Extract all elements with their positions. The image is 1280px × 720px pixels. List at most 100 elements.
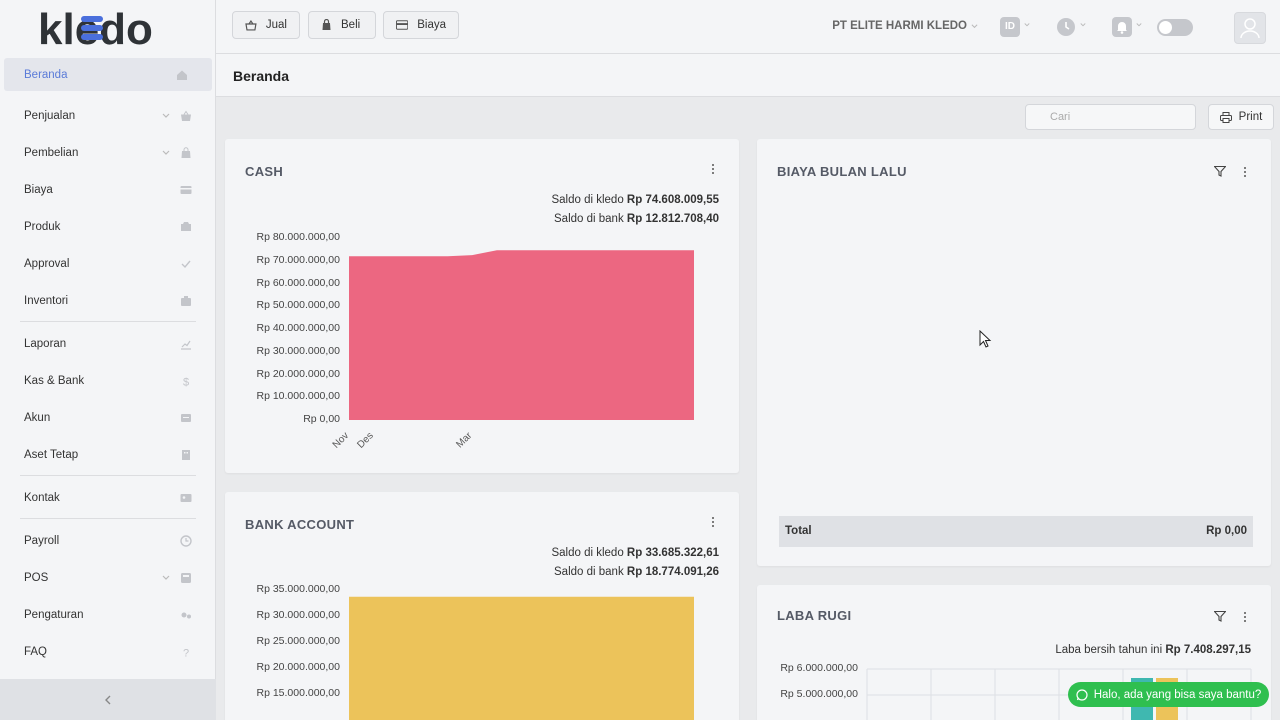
jual-button[interactable]: Jual bbox=[232, 11, 300, 39]
basket-icon bbox=[245, 19, 257, 31]
whatsapp-icon bbox=[1076, 688, 1088, 701]
sidebar-item-label: Payroll bbox=[24, 534, 60, 547]
card-icon bbox=[180, 185, 192, 194]
biaya-label: Biaya bbox=[417, 19, 446, 31]
sidebar-item-kas-bank[interactable]: Kas & Bank $ bbox=[0, 362, 216, 399]
building-icon bbox=[182, 449, 190, 460]
x-tick-label: Des bbox=[355, 430, 375, 450]
user-icon bbox=[1240, 18, 1260, 39]
sidebar-item-beranda[interactable]: Beranda bbox=[4, 58, 212, 91]
sidebar-item-label: Beranda bbox=[24, 68, 68, 81]
sidebar-item-payroll[interactable]: Payroll bbox=[0, 522, 216, 559]
sidebar-item-pos[interactable]: POS bbox=[0, 559, 216, 596]
total-value: Rp 0,00 bbox=[1206, 525, 1247, 537]
filter-icon[interactable] bbox=[1214, 166, 1226, 177]
sidebar-item-label: Laporan bbox=[24, 337, 67, 350]
topbar: Jual Beli Biaya PT ELITE HARMI KLEDO ID bbox=[216, 0, 1280, 54]
sidebar-item-label: Aset Tetap bbox=[24, 448, 79, 461]
sidebar-item-produk[interactable]: Produk bbox=[0, 208, 216, 245]
home-icon bbox=[177, 70, 187, 80]
chat-label: Halo, ada yang bisa saya bantu? bbox=[1093, 688, 1262, 701]
sidebar-item-akun[interactable]: Akun bbox=[0, 399, 216, 436]
mouse-cursor-icon bbox=[979, 330, 992, 348]
bank-card: BANK ACCOUNT Saldo di kledo Rp 33.685.32… bbox=[225, 492, 739, 720]
sidebar-item-label: Kas & Bank bbox=[24, 374, 85, 387]
beli-button[interactable]: Beli bbox=[308, 11, 376, 39]
sidebar-collapse-button[interactable] bbox=[0, 679, 216, 720]
biaya-button[interactable]: Biaya bbox=[383, 11, 459, 39]
sidebar-item-kontak[interactable]: Kontak bbox=[0, 479, 216, 516]
bell-icon bbox=[1117, 22, 1127, 34]
language-selector[interactable]: ID bbox=[1000, 17, 1020, 37]
sidebar-item-biaya[interactable]: Biaya bbox=[0, 171, 216, 208]
sidebar-item-aset-tetap[interactable]: Aset Tetap bbox=[0, 436, 216, 473]
jual-label: Jual bbox=[265, 19, 287, 31]
clock-icon bbox=[1057, 18, 1075, 36]
print-button[interactable]: Print bbox=[1208, 104, 1274, 130]
check-icon bbox=[181, 260, 191, 268]
sidebar-item-label: Approval bbox=[24, 257, 70, 270]
dollar-icon: $ bbox=[183, 376, 189, 387]
chevron-down-icon bbox=[162, 150, 170, 155]
biaya-total-row: Total Rp 0,00 bbox=[779, 516, 1253, 547]
sidebar-item-label: Pengaturan bbox=[24, 608, 84, 621]
sidebar-item-faq[interactable]: FAQ? bbox=[0, 633, 216, 670]
sidebar-item-penjualan[interactable]: Penjualan bbox=[0, 97, 216, 134]
sidebar-item-label: Akun bbox=[24, 411, 51, 424]
cash-card: CASH Saldo di kledo Rp 74.608.009,55 Sal… bbox=[225, 139, 739, 473]
sidebar-divider bbox=[20, 518, 196, 519]
sidebar-divider bbox=[20, 475, 196, 476]
print-label: Print bbox=[1238, 111, 1263, 123]
sidebar-item-label: FAQ bbox=[24, 645, 48, 658]
sidebar-item-label: Penjualan bbox=[24, 109, 76, 122]
svg-text:?: ? bbox=[183, 647, 189, 658]
sidebar-item-label: Pembelian bbox=[24, 146, 79, 159]
search-input[interactable]: Cari bbox=[1025, 104, 1196, 130]
bag-icon bbox=[322, 19, 331, 30]
beli-label: Beli bbox=[341, 19, 361, 31]
sidebar-nav: Beranda Penjualan Pembelian Biaya Produk Appr… bbox=[0, 58, 216, 670]
svg-text:$: $ bbox=[183, 376, 189, 387]
card-icon bbox=[396, 20, 409, 30]
company-selector[interactable]: PT ELITE HARMI KLEDO bbox=[832, 20, 967, 32]
settings-icon bbox=[181, 612, 191, 618]
chevron-down-icon bbox=[162, 575, 170, 580]
inventory-icon bbox=[181, 295, 191, 306]
page-header: Beranda bbox=[216, 54, 1280, 97]
total-label: Total bbox=[785, 525, 812, 537]
sidebar-item-laporan[interactable]: Laporan bbox=[0, 325, 216, 362]
printer-icon bbox=[1219, 111, 1232, 123]
sidebar-item-inventori[interactable]: Inventori bbox=[0, 282, 216, 319]
whatsapp-chat-button[interactable]: Halo, ada yang bisa saya bantu? bbox=[1068, 682, 1269, 707]
chart-icon bbox=[181, 340, 191, 350]
sidebar-item-label: Kontak bbox=[24, 491, 60, 504]
sidebar-item-label: Biaya bbox=[24, 183, 53, 196]
chevron-down-icon bbox=[1136, 23, 1142, 27]
area-series bbox=[349, 250, 694, 420]
avatar[interactable] bbox=[1234, 12, 1266, 44]
notification-button[interactable] bbox=[1112, 17, 1132, 37]
chevron-down-icon bbox=[1024, 23, 1030, 27]
clock-button[interactable] bbox=[1056, 17, 1076, 37]
chevron-down-icon bbox=[162, 113, 170, 118]
biaya-card: BIAYA BULAN LALU Total Rp 0,00 bbox=[757, 139, 1271, 566]
question-icon: ? bbox=[183, 647, 189, 658]
sidebar-item-label: Produk bbox=[24, 220, 61, 233]
basket-icon bbox=[181, 110, 191, 121]
sidebar-item-label: Inventori bbox=[24, 294, 69, 307]
more-vertical-icon[interactable] bbox=[1243, 165, 1247, 179]
biaya-title: BIAYA BULAN LALU bbox=[777, 164, 907, 179]
bag-icon bbox=[181, 146, 191, 158]
contact-card-icon bbox=[180, 493, 192, 502]
theme-toggle[interactable] bbox=[1157, 19, 1193, 36]
sidebar-divider bbox=[20, 321, 196, 322]
chevron-down-icon bbox=[1080, 23, 1086, 27]
sidebar-item-approval[interactable]: Approval bbox=[0, 245, 216, 282]
box-icon bbox=[181, 221, 191, 231]
sidebar-item-label: POS bbox=[24, 571, 49, 584]
kledo-logo[interactable]: kledo bbox=[38, 4, 178, 50]
sidebar-item-pengaturan[interactable]: Pengaturan bbox=[0, 596, 216, 633]
sidebar: kledo Beranda Penjualan Pembelian Biaya Prod… bbox=[0, 0, 216, 720]
chevron-down-icon bbox=[971, 24, 978, 29]
sidebar-item-pembelian[interactable]: Pembelian bbox=[0, 134, 216, 171]
